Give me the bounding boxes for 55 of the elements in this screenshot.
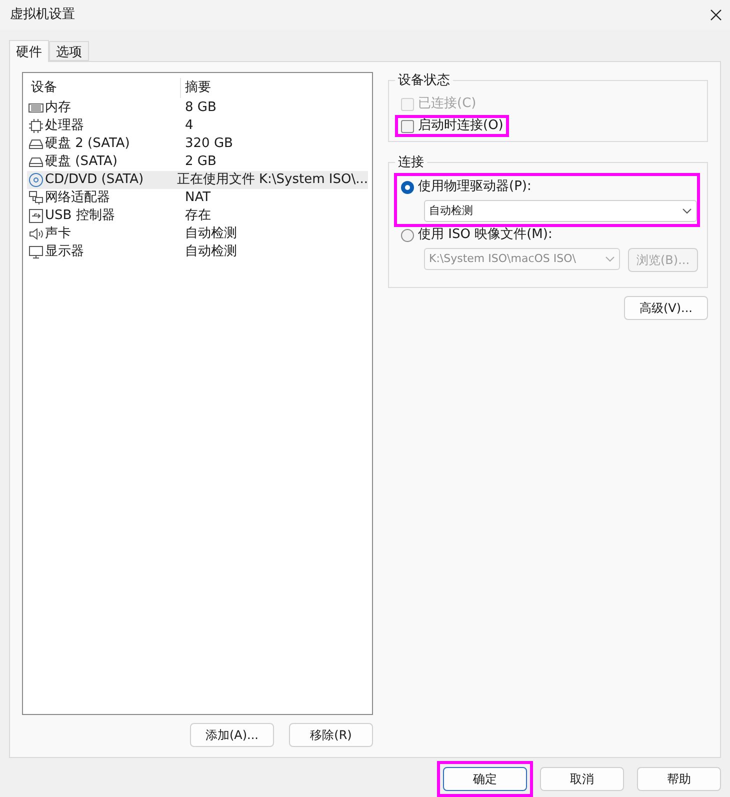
column-header[interactable]: 设备 [27,78,181,98]
usb-icon [28,208,44,224]
speaker-icon [28,226,44,242]
tab[interactable]: 硬件 [9,40,49,62]
device-summary: 4 [184,117,194,136]
checkbox-label: 启动时连接(O) [418,117,504,136]
device-summary: 8 GB [184,99,216,118]
device-name: 硬盘 2 (SATA) [45,135,130,154]
device-name: 显示器 [45,243,84,262]
device-name: 声卡 [45,225,71,244]
device-name: 处理器 [45,117,84,136]
device-row[interactable]: 处理器 4 [27,117,368,135]
device-row[interactable]: CD/DVD (SATA) 正在使用文件 K:\System ISO\... [27,171,368,189]
ok-button[interactable]: 确定 [443,767,527,791]
device-name: USB 控制器 [45,207,115,226]
advanced-button[interactable]: 高级(V)... [624,296,708,320]
device-summary: 2 GB [184,153,216,172]
disc-icon [28,172,44,188]
tab[interactable]: 选项 [49,41,89,61]
device-row[interactable]: 硬盘 2 (SATA) 320 GB [27,135,368,153]
device-name: 网络适配器 [45,189,110,208]
window-title: 虚拟机设置 [10,6,75,24]
monitor-icon [28,244,44,260]
device-row[interactable]: 内存 8 GB [27,99,368,117]
close-icon[interactable] [710,9,722,21]
device-row[interactable]: 声卡 自动检测 [27,225,368,243]
help-button[interactable]: 帮助 [637,767,721,791]
device-name: 内存 [45,99,71,118]
device-row[interactable]: 网络适配器 NAT [27,189,368,207]
radio-button[interactable] [401,228,414,242]
device-summary: 320 GB [184,135,233,154]
device-summary: 存在 [184,207,211,226]
radio-label: 使用物理驱动器(P): [418,178,532,196]
device-summary: 自动检测 [184,243,237,262]
chip-icon [28,118,44,134]
dropdown[interactable]: 自动检测 [424,200,697,222]
device-name: 硬盘 (SATA) [45,153,118,172]
column-header[interactable]: 摘要 [181,78,368,98]
add-button[interactable]: 添加(A)... [190,723,274,747]
radio-label: 使用 ISO 映像文件(M): [418,226,552,244]
device-row[interactable]: 显示器 自动检测 [27,243,368,261]
chevron-down-icon [605,256,615,262]
checkbox-label: 已连接(C) [418,95,476,114]
cancel-button[interactable]: 取消 [540,767,624,791]
device-name: CD/DVD (SATA) [45,171,144,190]
device-summary: NAT [184,189,211,208]
network-icon [28,190,44,206]
device-row[interactable]: 硬盘 (SATA) 2 GB [27,153,368,171]
device-summary: 正在使用文件 K:\System ISO\... [176,171,368,190]
radio-button[interactable] [401,180,414,194]
checkbox[interactable] [401,120,414,132]
remove-button[interactable]: 移除(R) [289,723,373,747]
device-summary: 自动检测 [184,225,237,244]
device-row[interactable]: USB 控制器 存在 [27,207,368,225]
chevron-down-icon [682,208,692,214]
